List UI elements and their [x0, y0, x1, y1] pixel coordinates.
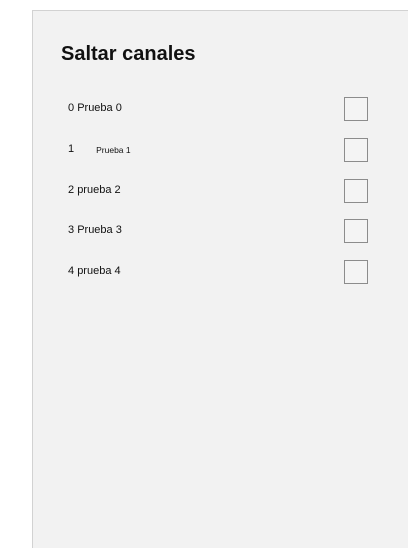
- channel-number: 4: [68, 265, 75, 277]
- channel-row-1: 1 Prueba 1: [33, 138, 408, 164]
- skip-channels-panel: Saltar canales 0 Prueba 0 1 Prueba 1 2 pr…: [32, 10, 408, 548]
- channel-label: 2 prueba 2: [68, 184, 121, 196]
- channel-name: Prueba 1: [96, 145, 131, 155]
- channel-label: 0 Prueba 0: [68, 102, 122, 114]
- channel-label: 4 prueba 4: [68, 265, 121, 277]
- channel-name: prueba 4: [77, 265, 121, 277]
- channel-number: 2: [68, 184, 75, 196]
- channel-number: 1: [68, 143, 75, 155]
- channel-number: 3: [68, 224, 75, 236]
- channel-name: Prueba 3: [77, 224, 122, 236]
- channel-row-2: 2 prueba 2: [33, 179, 408, 205]
- channel-number: 0: [68, 102, 75, 114]
- skip-checkbox-1[interactable]: [344, 138, 368, 162]
- channel-label: 3 Prueba 3: [68, 224, 122, 236]
- skip-checkbox-0[interactable]: [344, 97, 368, 121]
- page-title: Saltar canales: [61, 43, 196, 65]
- channel-row-3: 3 Prueba 3: [33, 219, 408, 245]
- skip-checkbox-4[interactable]: [344, 260, 368, 284]
- channel-row-0: 0 Prueba 0: [33, 97, 408, 123]
- channel-name: Prueba 0: [77, 102, 122, 114]
- skip-checkbox-3[interactable]: [344, 219, 368, 243]
- channel-name: prueba 2: [77, 184, 121, 196]
- channel-label: 1 Prueba 1: [68, 143, 131, 155]
- channel-row-4: 4 prueba 4: [33, 260, 408, 286]
- skip-checkbox-2[interactable]: [344, 179, 368, 203]
